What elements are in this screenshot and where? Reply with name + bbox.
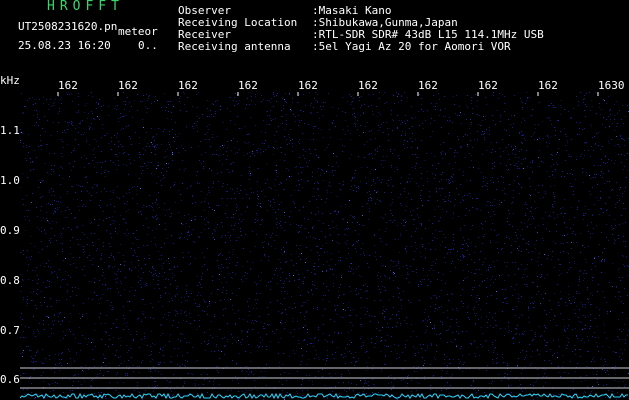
meta-row-antenna: Receiving antenna :5el Yagi Az 20 for Ao… — [178, 41, 544, 53]
meta-label: Receiving antenna — [178, 40, 291, 53]
file-name: UT2508231620.pn — [18, 20, 118, 33]
y-tick: 1.1 — [0, 124, 20, 137]
x-tick: 162 — [358, 79, 378, 92]
x-tick: 162 — [298, 79, 318, 92]
app-title: HROFFT — [47, 0, 124, 14]
mode-label: meteor — [118, 25, 158, 38]
y-tick: 0.8 — [0, 274, 20, 287]
x-tick: 162 — [418, 79, 438, 92]
date-time: 25.08.23 16:20 — [18, 39, 111, 52]
y-tick: 0.7 — [0, 324, 20, 337]
x-tick: 162 — [118, 79, 138, 92]
spectrum-trace — [20, 392, 628, 400]
x-tick: 162 — [538, 79, 558, 92]
value-readout: 0.. — [138, 39, 158, 52]
observation-metadata: Observer :Masaki Kano Receiving Location… — [178, 5, 544, 53]
spectrogram-noise-field — [20, 92, 629, 400]
y-tick: 0.9 — [0, 224, 20, 237]
x-tick: 162 — [178, 79, 198, 92]
y-tick: 1.0 — [0, 174, 20, 187]
y-tick: 0.6 — [0, 373, 20, 386]
x-tick: 1630 — [598, 79, 625, 92]
spectrogram-plot — [20, 92, 629, 400]
x-tick: 162 — [58, 79, 78, 92]
x-tick: 162 — [478, 79, 498, 92]
x-tick: 162 — [238, 79, 258, 92]
y-axis-unit: kHz — [0, 74, 20, 87]
noise-speckle — [20, 92, 629, 400]
meta-value: :5el Yagi Az 20 for Aomori VOR — [312, 40, 511, 53]
